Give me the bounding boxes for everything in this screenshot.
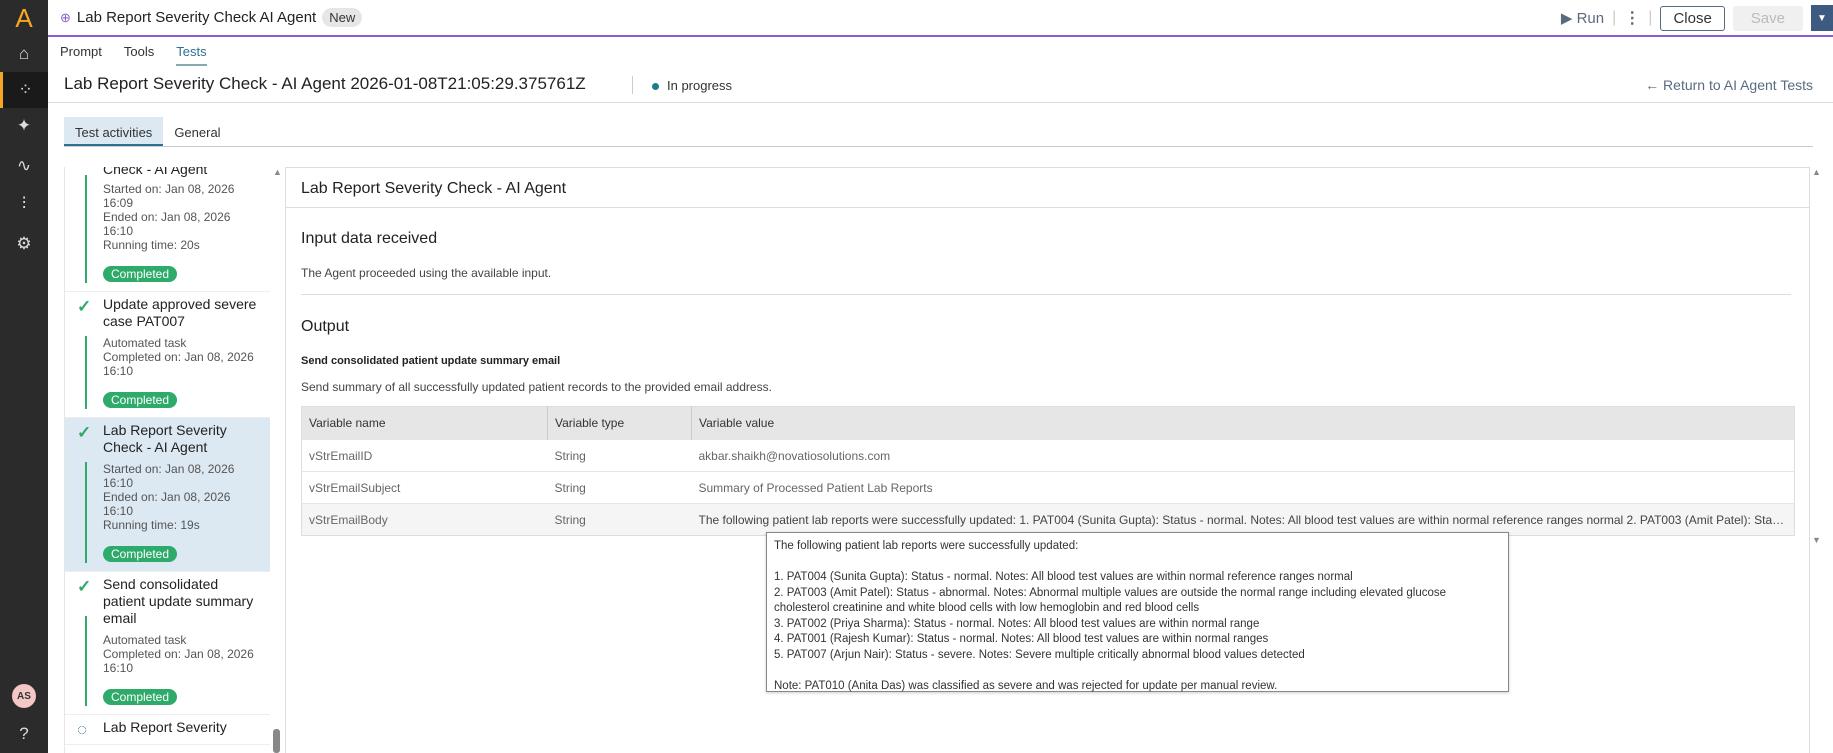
arrow-left-icon: ← (1645, 77, 1664, 93)
run-label: Run (1576, 10, 1605, 27)
sub-tabs: Test activities General (64, 117, 1813, 147)
table-row: vStrEmailBody String The following patient… (301, 503, 1795, 536)
check-icon: ✓ (77, 423, 92, 442)
close-button[interactable]: Close (1660, 5, 1725, 31)
variable-type: String (547, 439, 692, 472)
tab-tools[interactable]: Tools (124, 44, 154, 66)
input-text: The Agent proceeded using the available … (301, 266, 552, 280)
activity-meta: Automated task Completed on: Jan 08, 2026… (103, 633, 254, 675)
variable-type: String (547, 471, 692, 504)
activity-name: Lab Report Severity Check - AI Agent (103, 422, 227, 455)
activity-name: Check - AI Agent (103, 167, 208, 177)
variables-table: Variable name Variable type Variable val… (301, 406, 1795, 536)
check-icon: ✓ (77, 297, 92, 316)
activity-item[interactable]: Check - AI Agent Started on: Jan 08, 202… (65, 167, 270, 292)
task-description: Send summary of all successfully updated… (301, 380, 772, 394)
page-title: Lab Report Severity Check - AI Agent 202… (64, 74, 586, 93)
variable-name: vStrEmailBody (301, 503, 548, 536)
status-badge: In progress (652, 78, 732, 93)
return-label: Return to AI Agent Tests (1663, 77, 1813, 93)
completed-badge: Completed (103, 392, 178, 408)
agent-icon: ⊕ (60, 9, 71, 25)
task-label: Send consolidated patient update summary… (301, 355, 561, 367)
activity-item[interactable]: ✓ Update approved severe case PAT007 Aut… (65, 292, 270, 418)
tab-test-activities[interactable]: Test activities (64, 117, 164, 146)
gear-icon[interactable]: ⚙ (0, 226, 48, 262)
tab-tests[interactable]: Tests (176, 44, 207, 66)
variable-value[interactable]: The following patient lab reports were s… (691, 503, 1795, 536)
header: ⊕ Lab Report Severity Check AI Agent New… (48, 0, 1833, 37)
tooltip-line: 1. PAT004 (Sunita Gupta): Status - norma… (774, 571, 1353, 583)
tooltip-line (774, 555, 1501, 571)
activity-name: Send consolidated patient update summary… (103, 576, 254, 626)
column-header[interactable]: Variable value (691, 406, 1795, 440)
agents-icon[interactable]: ⁘ (0, 72, 48, 108)
activity-meta: Started on: Jan 08, 2026 16:10 Ended on: J… (103, 462, 235, 532)
variable-value[interactable]: akbar.shaikh@novatiosolutions.com (691, 439, 1795, 472)
tooltip-line (774, 663, 1501, 679)
column-header[interactable]: Variable name (301, 406, 548, 440)
avatar[interactable]: AS (12, 684, 36, 708)
tooltip-line: 2. PAT003 (Amit Patel): Status - abnorma… (774, 586, 1447, 615)
play-icon: ▶ (1560, 10, 1577, 27)
tooltip-line: 4. PAT001 (Rajesh Kumar): Status - norma… (774, 633, 1269, 645)
panel-scrollbar[interactable]: ▲ ▼ (1812, 167, 1828, 547)
tooltip-line: Note: PAT010 (Anita Das) was classified … (774, 679, 1278, 692)
save-button[interactable]: Save (1732, 5, 1803, 31)
activity-list: Check - AI Agent Started on: Jan 08, 202… (64, 167, 270, 753)
variable-type: String (547, 503, 692, 536)
table-row: vStrEmailSubject String Summary of Process… (301, 471, 1795, 504)
tab-general[interactable]: General (163, 117, 231, 146)
input-heading: Input data received (301, 230, 438, 247)
activity-item-selected[interactable]: ✓ Lab Report Severity Check - AI Agent S… (65, 418, 270, 572)
app-title: Lab Report Severity Check AI Agent (76, 9, 317, 26)
tooltip-line: 3. PAT002 (Priya Sharma): Status - norma… (774, 617, 1260, 630)
return-link[interactable]: ← Return to AI Agent Tests (1645, 77, 1813, 93)
activity-meta: Automated task Completed on: Jan 08, 2026… (103, 336, 254, 378)
variable-name: vStrEmailSubject (301, 471, 548, 504)
check-icon: ✓ (77, 577, 92, 596)
status-text: In progress (667, 78, 733, 93)
panel-title: Lab Report Severity Check - AI Agent (286, 168, 1809, 208)
tab-prompt[interactable]: Prompt (60, 44, 102, 66)
table-row: vStrEmailID String akbar.shaikh@novatiosol… (301, 439, 1795, 472)
more-icon[interactable]: ⋮ (1624, 8, 1640, 28)
activity-name: Lab Report Severity (103, 719, 227, 735)
home-icon[interactable]: ⌂ (0, 36, 48, 72)
sliders-icon[interactable]: ⫶ (0, 186, 48, 222)
activity-scrollbar[interactable]: ▲ (273, 167, 282, 753)
value-tooltip: The following patient lab reports were s… (766, 532, 1509, 692)
completed-badge: Completed (103, 689, 178, 705)
new-badge: New (322, 8, 363, 27)
status-dot-icon (652, 83, 659, 90)
sparkle-icon[interactable]: ✦ (0, 108, 48, 144)
completed-badge: Completed (103, 266, 178, 282)
save-dropdown-icon[interactable]: ▼ (1811, 5, 1833, 31)
app-logo[interactable]: A (0, 0, 48, 36)
app-rail: A ⌂ ⁘ ✦ ∿ ⫶ ⚙ AS ? (0, 0, 48, 753)
nav-tabs: Prompt Tools Tests (60, 44, 207, 66)
activity-meta: Started on: Jan 08, 2026 16:09 Ended on: J… (103, 182, 235, 252)
activity-name: Update approved severe case PAT007 (103, 296, 257, 329)
variable-value[interactable]: Summary of Processed Patient Lab Reports (691, 471, 1795, 504)
in-progress-check-icon: ◌ (77, 720, 88, 739)
tooltip-line: 5. PAT007 (Arjun Nair): Status - severe.… (774, 648, 1305, 661)
activity-item[interactable]: ✓ Send consolidated patient update summa… (65, 572, 270, 715)
help-icon[interactable]: ? (0, 716, 48, 752)
variable-name: vStrEmailID (301, 439, 548, 472)
output-heading: Output (301, 318, 350, 335)
activity-icon[interactable]: ∿ (0, 148, 48, 184)
activity-item[interactable]: ◌ Lab Report Severity (65, 715, 270, 745)
run-button[interactable]: ▶ Run (1561, 9, 1604, 27)
completed-badge: Completed (103, 546, 178, 562)
tooltip-line: The following patient lab reports were s… (774, 540, 1079, 552)
column-header[interactable]: Variable type (547, 406, 692, 440)
